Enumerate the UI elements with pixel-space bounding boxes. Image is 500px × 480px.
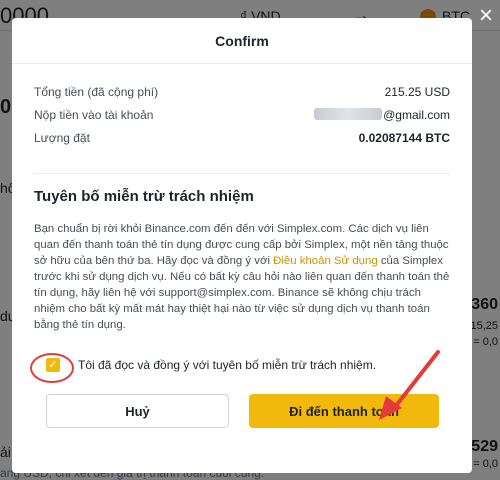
dialog-title: Confirm — [12, 18, 472, 64]
agree-label[interactable]: Tôi đã đọc và đồng ý với tuyên bố miễn t… — [78, 358, 376, 372]
amount-value: 0.02087144 BTC — [358, 130, 450, 145]
agree-checkbox[interactable]: ✓ — [46, 358, 60, 372]
summary-row-account: Nộp tiền vào tài khoản @gmail.com — [34, 103, 450, 126]
divider — [34, 173, 450, 174]
terms-of-use-link[interactable]: Điều khoản Sử dụng — [273, 255, 378, 267]
disclaimer-title: Tuyên bố miễn trừ trách nhiệm — [34, 188, 254, 205]
agree-row[interactable]: ✓ Tôi đã đọc và đồng ý với tuyên bố miễn… — [46, 358, 376, 372]
amount-label: Lượng đặt — [34, 130, 90, 145]
proceed-to-payment-button[interactable]: Đi đến thanh toán — [249, 394, 439, 428]
account-value: @gmail.com — [314, 107, 450, 122]
total-label: Tổng tiền (đã cộng phí) — [34, 84, 159, 99]
total-value: 215.25 USD — [384, 84, 450, 99]
cancel-button[interactable]: Huỷ — [46, 394, 229, 428]
order-summary: Tổng tiền (đã cộng phí) 215.25 USD Nộp t… — [34, 80, 450, 149]
disclaimer-text: Bạn chuẩn bị rời khỏi Binance.com đến đế… — [34, 221, 450, 333]
account-label: Nộp tiền vào tài khoản — [34, 107, 154, 122]
summary-row-amount: Lượng đặt 0.02087144 BTC — [34, 126, 450, 149]
email-domain: @gmail.com — [383, 107, 450, 122]
redacted-email — [314, 107, 383, 120]
close-icon[interactable]: × — [474, 4, 498, 28]
confirm-dialog: Confirm Tổng tiền (đã cộng phí) 215.25 U… — [12, 18, 472, 473]
summary-row-total: Tổng tiền (đã cộng phí) 215.25 USD — [34, 80, 450, 103]
